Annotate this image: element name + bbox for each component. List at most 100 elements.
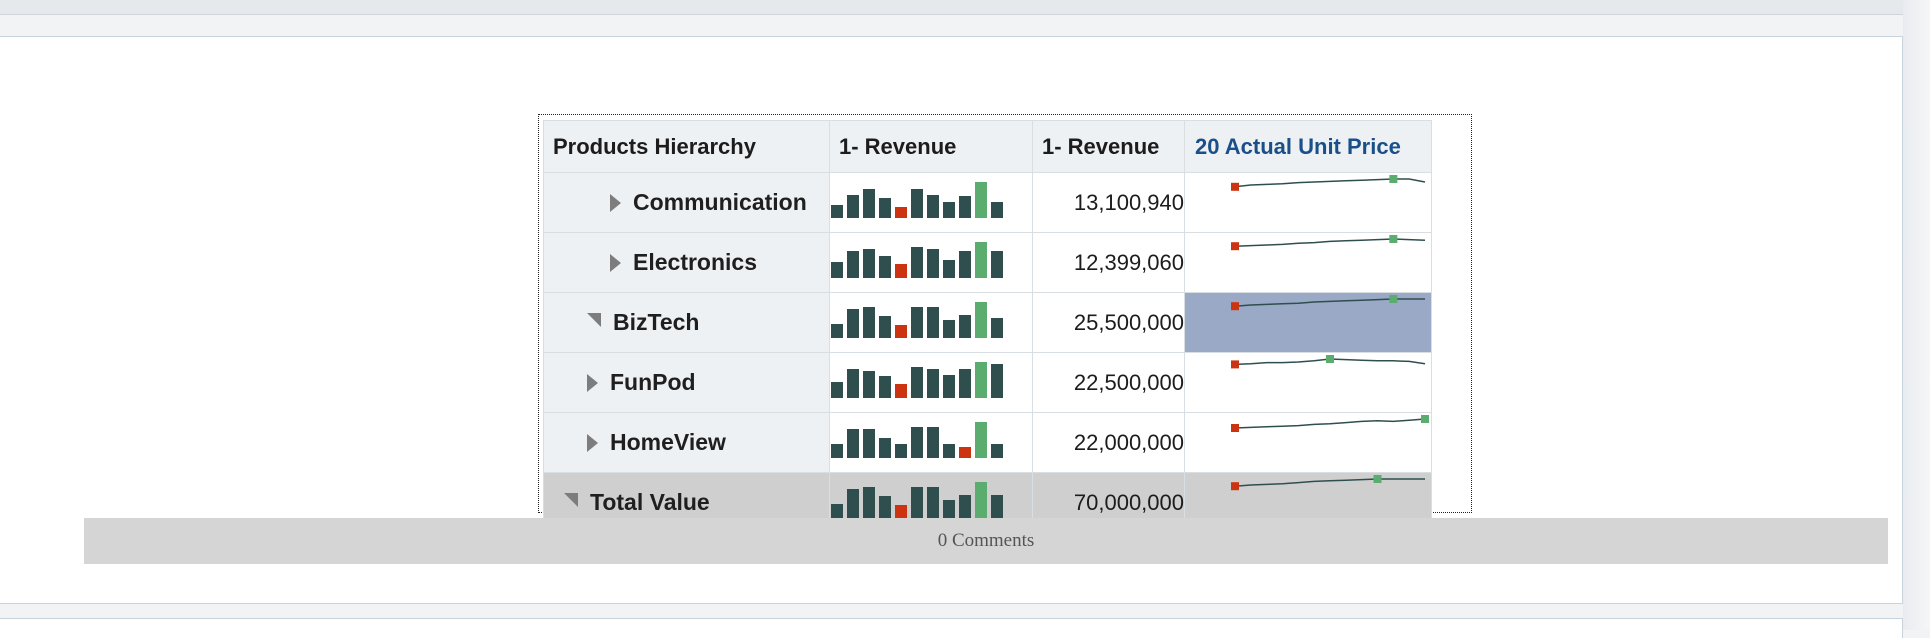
revenue-bar bbox=[975, 182, 987, 218]
column-header-revenue-bars[interactable]: 1- Revenue bbox=[829, 120, 1033, 173]
revenue-bar bbox=[991, 251, 1003, 278]
revenue-microchart-cell bbox=[829, 232, 1033, 293]
revenue-bar bbox=[991, 495, 1003, 518]
revenue-bar bbox=[863, 249, 875, 278]
column-header-actual-unit-price[interactable]: 20 Actual Unit Price bbox=[1184, 120, 1432, 173]
unit-price-sparkline bbox=[1231, 235, 1426, 251]
expand-triangle-icon[interactable] bbox=[610, 193, 621, 212]
revenue-bar bbox=[831, 504, 843, 518]
row-label: Communication bbox=[633, 189, 807, 215]
unit-price-sparkline-cell bbox=[1184, 232, 1432, 293]
sparkline-start-marker bbox=[1231, 242, 1239, 251]
revenue-bar bbox=[831, 262, 843, 278]
unit-price-sparkline-cell bbox=[1184, 172, 1432, 233]
sparkline-path bbox=[1234, 478, 1425, 487]
revenue-microchart-cell bbox=[829, 172, 1033, 233]
row-label: Total Value bbox=[590, 489, 710, 515]
table-row[interactable]: FunPod 22,500,000 bbox=[543, 352, 1432, 413]
unit-price-sparkline bbox=[1231, 295, 1425, 311]
revenue-bar bbox=[959, 315, 971, 338]
revenue-bar bbox=[943, 260, 955, 278]
row-label: BizTech bbox=[613, 309, 700, 335]
row-header-cell: Electronics bbox=[543, 232, 830, 293]
sparkline-high-marker bbox=[1373, 475, 1382, 483]
revenue-bar bbox=[911, 189, 923, 218]
revenue-bar bbox=[831, 444, 843, 458]
revenue-bar bbox=[879, 256, 891, 278]
revenue-bar bbox=[847, 489, 859, 518]
revenue-bar bbox=[863, 429, 875, 458]
revenue-bar bbox=[927, 427, 939, 458]
row-header-cell: HomeView bbox=[543, 412, 830, 473]
table-row[interactable]: HomeView 22,000,000 bbox=[543, 412, 1432, 473]
revenue-bar bbox=[991, 318, 1003, 338]
revenue-bar bbox=[911, 487, 923, 518]
revenue-bar bbox=[847, 251, 859, 278]
revenue-bar bbox=[831, 382, 843, 398]
table-row[interactable]: BizTech 25,500,000 bbox=[543, 292, 1432, 353]
revenue-value: 22,000,000 bbox=[1032, 412, 1185, 473]
revenue-bar bbox=[895, 505, 907, 518]
unit-price-sparkline bbox=[1231, 175, 1426, 191]
revenue-bar bbox=[975, 362, 987, 398]
row-label: Electronics bbox=[633, 249, 757, 275]
revenue-bar bbox=[991, 202, 1003, 218]
revenue-microchart bbox=[831, 362, 1003, 398]
revenue-bar bbox=[895, 264, 907, 278]
revenue-microchart-cell bbox=[829, 352, 1033, 413]
sparkline-start-marker bbox=[1231, 182, 1239, 191]
sparkline-high-marker bbox=[1326, 355, 1334, 363]
sparkline-high-marker bbox=[1421, 415, 1429, 423]
revenue-bar bbox=[975, 242, 987, 278]
revenue-bar bbox=[959, 196, 971, 218]
expand-triangle-icon[interactable] bbox=[587, 433, 598, 452]
revenue-microchart bbox=[831, 242, 1003, 278]
revenue-bar bbox=[831, 205, 843, 218]
revenue-bar bbox=[943, 320, 955, 338]
expand-triangle-icon[interactable] bbox=[587, 373, 598, 392]
sparkline-start-marker bbox=[1231, 424, 1239, 432]
comments-bar[interactable]: 0 Comments bbox=[84, 518, 1888, 564]
revenue-bar bbox=[847, 309, 859, 338]
revenue-microchart bbox=[831, 482, 1003, 518]
revenue-bar bbox=[879, 316, 891, 338]
revenue-bar bbox=[927, 249, 939, 278]
column-header-revenue[interactable]: 1- Revenue bbox=[1032, 120, 1185, 173]
revenue-bar bbox=[863, 307, 875, 338]
revenue-bar bbox=[863, 371, 875, 398]
revenue-bar bbox=[975, 302, 987, 338]
row-header-cell: FunPod bbox=[543, 352, 830, 413]
revenue-microchart-cell bbox=[829, 292, 1033, 353]
revenue-bar bbox=[943, 375, 955, 398]
revenue-bar bbox=[863, 189, 875, 218]
revenue-bar bbox=[943, 444, 955, 458]
column-header-products-hierarchy[interactable]: Products Hierarchy bbox=[543, 120, 830, 173]
revenue-bar bbox=[895, 384, 907, 398]
row-label: HomeView bbox=[610, 429, 726, 455]
expand-triangle-icon[interactable] bbox=[610, 253, 621, 272]
revenue-value: 12,399,060 bbox=[1032, 232, 1185, 293]
revenue-bar bbox=[959, 447, 971, 458]
revenue-bar bbox=[975, 422, 987, 458]
collapse-triangle-icon[interactable] bbox=[564, 492, 578, 507]
revenue-bar bbox=[911, 247, 923, 278]
revenue-bar bbox=[879, 198, 891, 218]
sparkline-start-marker bbox=[1231, 482, 1239, 491]
revenue-bar bbox=[895, 207, 907, 218]
unit-price-sparkline-cell bbox=[1184, 352, 1432, 413]
table-row[interactable]: Electronics 12,399,060 bbox=[543, 232, 1432, 293]
revenue-bar bbox=[879, 376, 891, 398]
revenue-bar bbox=[927, 369, 939, 398]
row-header-cell: BizTech bbox=[543, 292, 830, 353]
table-row[interactable]: Communication 13,100,940 bbox=[543, 172, 1432, 233]
revenue-bar bbox=[895, 444, 907, 458]
row-label: FunPod bbox=[610, 369, 696, 395]
revenue-bar bbox=[959, 495, 971, 518]
revenue-bar bbox=[847, 429, 859, 458]
collapse-triangle-icon[interactable] bbox=[587, 312, 601, 327]
revenue-value: 25,500,000 bbox=[1032, 292, 1185, 353]
revenue-bar bbox=[911, 427, 923, 458]
revenue-bar bbox=[927, 195, 939, 218]
revenue-value: 13,100,940 bbox=[1032, 172, 1185, 233]
revenue-microchart-cell bbox=[829, 412, 1033, 473]
